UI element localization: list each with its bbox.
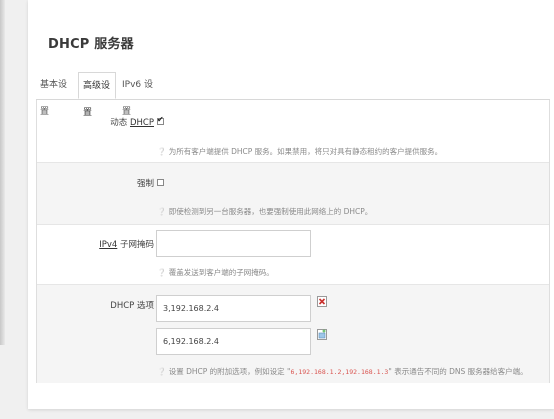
- page-title: DHCP 服务器: [48, 37, 134, 52]
- force-row: 强制 ❔ 即使检测到另一台服务器，也要强制使用此网络上的 DHCP。: [37, 163, 549, 225]
- ipv4-abbr: IPv4: [99, 240, 118, 250]
- dynamic-dhcp-checkbox[interactable]: [157, 115, 164, 125]
- tab-advanced-settings[interactable]: 高级设置: [78, 72, 116, 118]
- dhcp-options-label: DHCP 选项: [110, 301, 154, 311]
- dynamic-dhcp-hint-text: 为所有客户端提供 DHCP 服务。如果禁用，将只对具有静态租约的客户提供服务。: [168, 147, 443, 156]
- force-hint-text: 即使检测到另一台服务器，也要强制使用此网络上的 DHCP。: [168, 207, 373, 216]
- ipv4-netmask-label: IPv4 子网掩码: [99, 238, 154, 250]
- background-edge: [0, 0, 5, 345]
- dhcp-option-input-1[interactable]: 3,192.168.2.4: [156, 295, 311, 322]
- tab-ipv6-settings[interactable]: IPv6 设置: [118, 72, 160, 117]
- dhcp-abbr: DHCP: [130, 118, 154, 128]
- ipv4-netmask-hint: ❔ 覆盖发送到客户端的子网掩码。: [157, 267, 274, 278]
- dynamic-dhcp-label-prefix: 动态: [110, 118, 130, 128]
- force-checkbox[interactable]: [157, 179, 164, 186]
- dynamic-dhcp-label: 动态 DHCP: [110, 116, 154, 128]
- info-icon: ❔: [157, 207, 167, 216]
- info-icon: ❔: [157, 147, 167, 156]
- ipv4-netmask-row: IPv4 子网掩码 ❔ 覆盖发送到客户端的子网掩码。: [37, 225, 549, 285]
- dhcp-options-hint-before: 设置 DHCP 的附加选项，例如设定 ": [168, 367, 291, 376]
- dhcp-options-hint-code: 6,192.168.1.2,192.168.1.3: [290, 368, 389, 376]
- advanced-settings-panel: 动态 DHCP ❔ 为所有客户端提供 DHCP 服务。如果禁用，将只对具有静态租…: [36, 100, 550, 383]
- force-label: 强制: [136, 179, 154, 189]
- dhcp-options-row: DHCP 选项 3,192.168.2.4 6,192.168.2.4 ❔ 设置…: [37, 285, 549, 383]
- dhcp-options-hint: ❔ 设置 DHCP 的附加选项，例如设定 "6,192.168.1.2,192.…: [157, 366, 528, 377]
- settings-card: DHCP 服务器 基本设置 高级设置 IPv6 设置 动态 DHCP ❔ 为所有…: [28, 0, 554, 409]
- info-icon: ❔: [157, 268, 167, 277]
- remove-item-icon[interactable]: [317, 296, 327, 307]
- tab-basic-settings[interactable]: 基本设置: [36, 72, 76, 117]
- dynamic-dhcp-row: 动态 DHCP ❔ 为所有客户端提供 DHCP 服务。如果禁用，将只对具有静态租…: [37, 100, 549, 163]
- tab-bar: 基本设置 高级设置 IPv6 设置: [36, 72, 550, 118]
- info-icon: ❔: [157, 367, 167, 376]
- ipv4-netmask-hint-text: 覆盖发送到客户端的子网掩码。: [168, 268, 274, 277]
- force-hint: ❔ 即使检测到另一台服务器，也要强制使用此网络上的 DHCP。: [157, 206, 372, 217]
- dhcp-option-input-2[interactable]: 6,192.168.2.4: [156, 328, 311, 355]
- dynamic-dhcp-hint: ❔ 为所有客户端提供 DHCP 服务。如果禁用，将只对具有静态租约的客户提供服务…: [157, 146, 442, 157]
- ipv4-netmask-input[interactable]: [156, 230, 311, 257]
- ipv4-netmask-label-suffix: 子网掩码: [117, 240, 154, 250]
- add-item-icon[interactable]: [317, 329, 327, 340]
- dhcp-options-hint-after: " 表示通告不同的 DNS 服务器给客户端。: [388, 367, 528, 376]
